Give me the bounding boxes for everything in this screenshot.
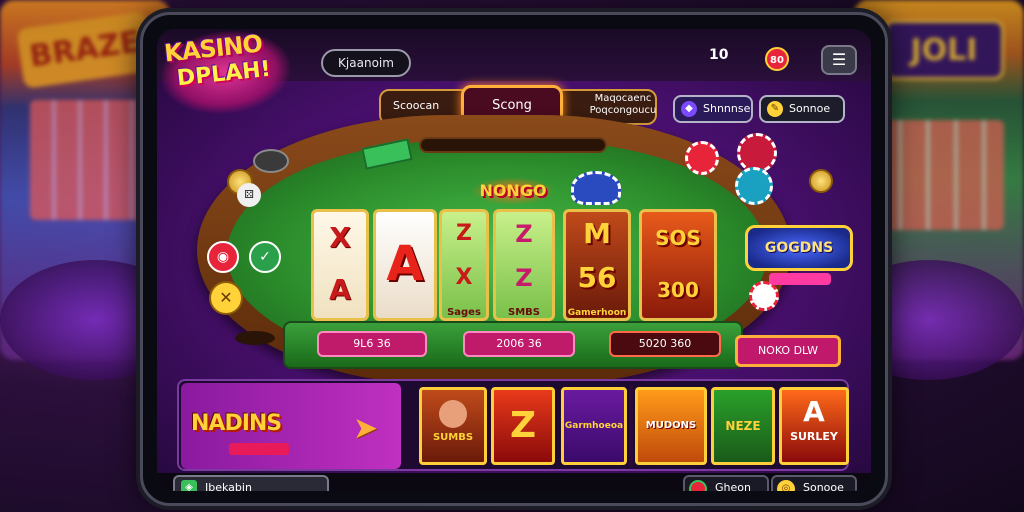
coins-label: Sonooe bbox=[803, 481, 844, 491]
bonus-button-label: Sonnoe bbox=[789, 102, 831, 115]
tile-divider bbox=[629, 385, 633, 467]
reel-symbol: A bbox=[386, 236, 424, 292]
goldens-badge[interactable]: GOGDNS bbox=[745, 225, 853, 271]
ticket-icon: ✎ bbox=[767, 101, 783, 117]
slot-reel-5: M 56 Gamerhoon bbox=[563, 209, 631, 321]
bonus-title: NONGO bbox=[471, 177, 555, 205]
shop-button-label: Shnnnse bbox=[703, 102, 751, 115]
reel-symbol: X bbox=[455, 265, 473, 290]
background-sign-left: BRAZE bbox=[16, 11, 154, 89]
chat-label: Gheon bbox=[715, 481, 751, 491]
game-tile-3[interactable]: Garmhoeoa bbox=[561, 387, 627, 465]
bet-field-2[interactable]: 2006 36 bbox=[463, 331, 575, 357]
check-button[interactable]: ✓ bbox=[249, 241, 281, 273]
table-rail-slot bbox=[419, 137, 607, 153]
reel-symbol: 56 bbox=[577, 261, 617, 294]
background-screen-left bbox=[30, 100, 150, 220]
slot-reel-3: Z X Sages bbox=[439, 209, 489, 321]
casino-scene: BRAZE JOLI KASINO DPLAH! Kjaanoim 10 80 … bbox=[0, 0, 1024, 512]
game-tile-2[interactable]: Z bbox=[491, 387, 555, 465]
reel-symbol: Z bbox=[515, 220, 533, 248]
bet-field-3[interactable]: 5020 360 bbox=[609, 331, 721, 357]
stat-value: 10 bbox=[709, 47, 729, 63]
background-screen-right bbox=[874, 120, 1004, 230]
dice-button[interactable]: ⚄ bbox=[237, 183, 261, 207]
progress-button[interactable]: ◈ Ibekabin bbox=[173, 475, 329, 491]
game-tile-1[interactable]: SUMBS bbox=[419, 387, 487, 465]
tablet-device: KASINO DPLAH! Kjaanoim 10 80 ☰ Scoocan S… bbox=[140, 12, 888, 506]
info-right-label: Maqocaenc Poqcongoucu bbox=[589, 93, 657, 116]
chat-button[interactable]: Gheon bbox=[683, 475, 769, 491]
game-tile-label: SUMBS bbox=[432, 432, 474, 443]
white-chip-icon bbox=[749, 281, 779, 311]
bet-field-1[interactable]: 9L6 36 bbox=[317, 331, 427, 357]
reel-caption: Gamerhoon bbox=[567, 308, 627, 318]
teal-chip-icon bbox=[735, 167, 773, 205]
slot-reel-1: X A bbox=[311, 209, 369, 321]
slot-reel-2: A bbox=[373, 209, 437, 321]
title-pill[interactable]: Kjaanoim bbox=[321, 49, 411, 77]
slot-reel-4: Z Z SMBS bbox=[493, 209, 555, 321]
menu-button[interactable]: ☰ bbox=[821, 45, 857, 75]
table-cup-holder bbox=[235, 331, 275, 345]
game-tile-5[interactable]: NEZE bbox=[711, 387, 775, 465]
reel-symbol: A bbox=[329, 273, 351, 306]
arrow-right-icon[interactable]: ➤ bbox=[353, 411, 378, 446]
character-face-icon bbox=[439, 400, 467, 428]
slot-reel-6: SOS 300 bbox=[639, 209, 717, 321]
coin-icon: ◎ bbox=[777, 480, 795, 491]
table-cup-holder bbox=[253, 149, 289, 173]
promo-ribbon bbox=[229, 443, 289, 455]
coin-badge-icon[interactable]: 80 bbox=[765, 47, 789, 71]
app-logo[interactable]: KASINO DPLAH! bbox=[157, 29, 295, 123]
reel-symbol: 300 bbox=[657, 278, 699, 302]
gem-icon: ◆ bbox=[681, 101, 697, 117]
info-left-label: Scoocan bbox=[393, 99, 440, 112]
game-tile-label: SURLEY bbox=[790, 430, 838, 443]
chip-pile-icon bbox=[571, 171, 621, 205]
cancel-button[interactable]: ✕ bbox=[209, 281, 243, 315]
game-tile-symbol: A bbox=[803, 395, 825, 428]
tablet-screen: KASINO DPLAH! Kjaanoim 10 80 ☰ Scoocan S… bbox=[157, 29, 871, 491]
reel-symbol: Z bbox=[515, 264, 533, 292]
side-bet-button[interactable]: NOKO DLW bbox=[735, 335, 841, 367]
reel-symbol: SOS bbox=[655, 226, 701, 250]
reel-symbol: M bbox=[583, 217, 611, 250]
shop-button[interactable]: ◆ Shnnnse bbox=[673, 95, 753, 123]
game-tile-6[interactable]: A SURLEY bbox=[779, 387, 849, 465]
background-sign-right: JOLI bbox=[884, 20, 1004, 80]
reel-caption: Sages bbox=[447, 307, 481, 318]
reel-symbol: X bbox=[329, 221, 351, 254]
red-chip-icon bbox=[685, 141, 719, 175]
level-icon: ◈ bbox=[181, 480, 197, 491]
menu-icon: ☰ bbox=[831, 50, 847, 69]
game-tile-4[interactable]: MUDONS bbox=[635, 387, 707, 465]
reel-symbol: Z bbox=[456, 221, 472, 246]
reel-caption: SMBS bbox=[508, 307, 540, 318]
promo-title: NADINS bbox=[191, 411, 282, 436]
dealer-button[interactable]: ◉ bbox=[207, 241, 239, 273]
goldens-ribbon bbox=[769, 273, 831, 285]
gold-coin-icon bbox=[809, 169, 833, 193]
bonus-button[interactable]: ✎ Sonnoe bbox=[759, 95, 845, 123]
progress-label: Ibekabin bbox=[205, 481, 252, 491]
fruit-icon bbox=[689, 480, 707, 491]
coins-button[interactable]: ◎ Sonooe bbox=[771, 475, 857, 491]
